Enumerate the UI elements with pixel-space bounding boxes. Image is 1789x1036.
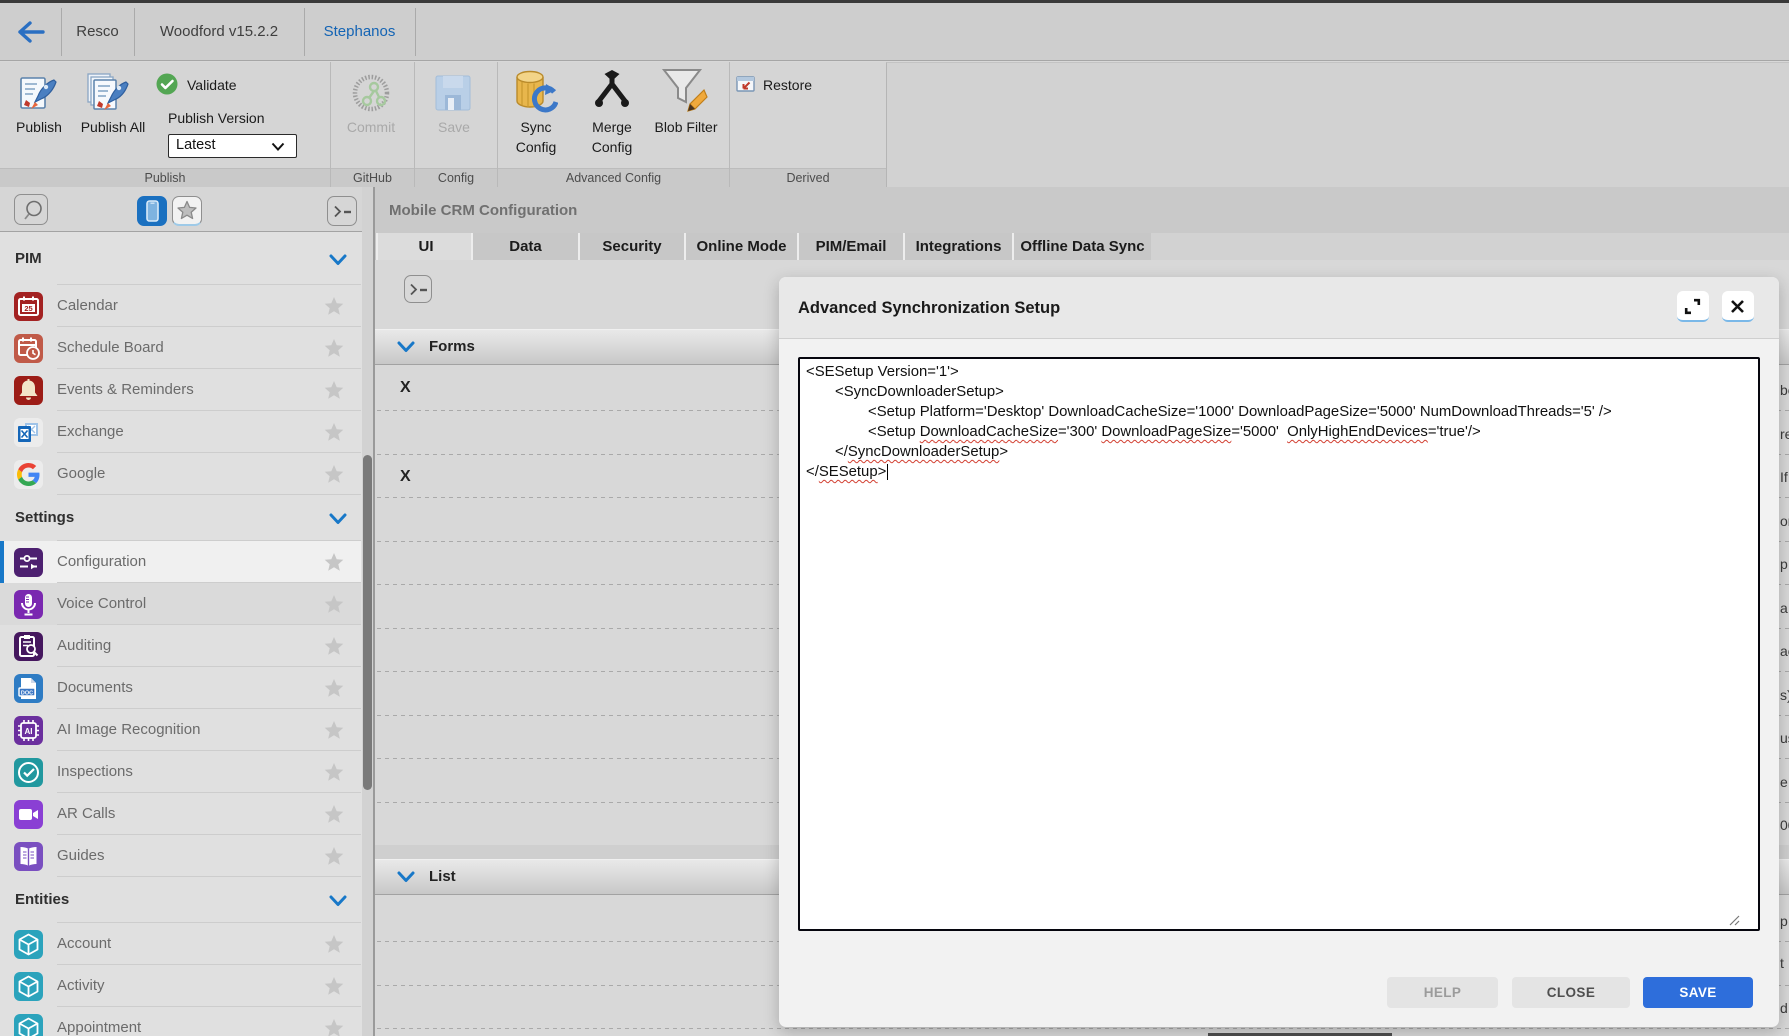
svg-text:DOC: DOC bbox=[21, 690, 33, 696]
svg-text:25: 25 bbox=[24, 303, 32, 312]
svg-text:AI: AI bbox=[25, 727, 33, 736]
